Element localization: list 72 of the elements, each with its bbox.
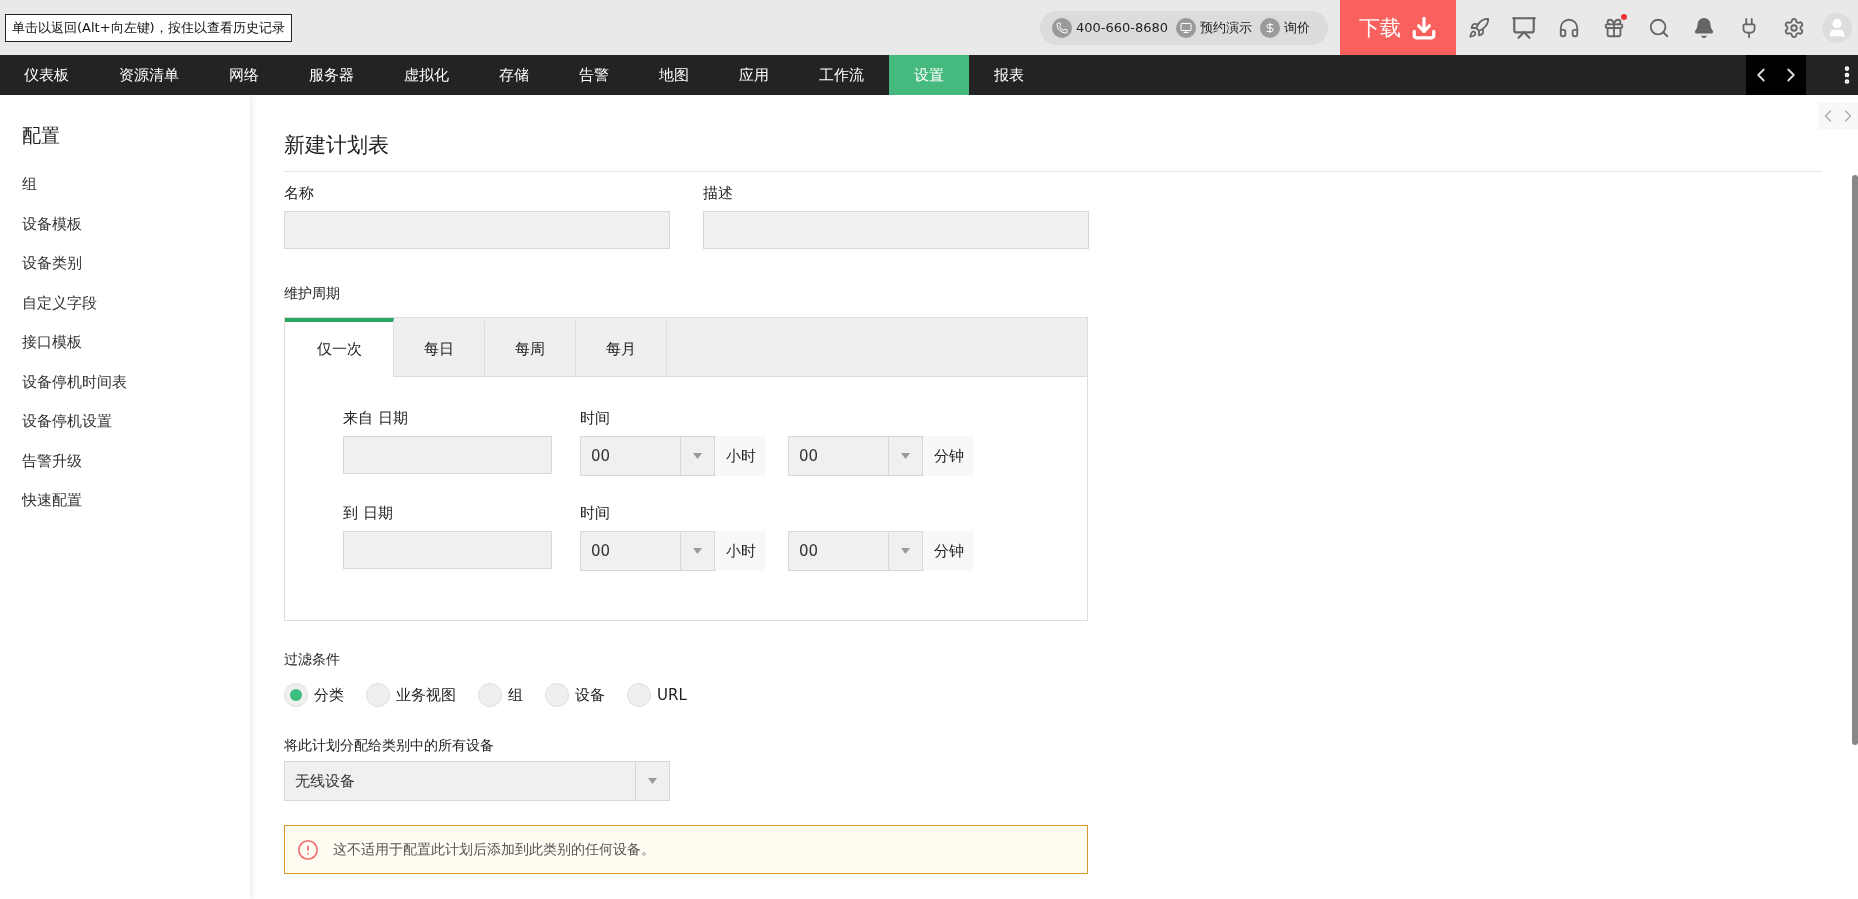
nav-tab[interactable]: 网络 (204, 55, 284, 95)
field-label: 到 日期 (343, 504, 394, 523)
filter-radio[interactable]: 组 (478, 683, 523, 707)
sidebar-item[interactable]: 设备类别 (22, 254, 250, 294)
sidebar-item[interactable]: 自定义字段 (22, 293, 250, 333)
price-link[interactable]: 询价 (1284, 18, 1310, 37)
unit-label: 分钟 (923, 531, 974, 571)
radio-icon[interactable] (478, 683, 502, 707)
hour-select[interactable]: 00 (580, 436, 715, 476)
sidebar-item[interactable]: 快速配置 (22, 491, 250, 531)
phone-number: 400-660-8680 (1075, 20, 1168, 35)
avatar-icon[interactable] (1822, 12, 1852, 43)
description-input[interactable] (703, 211, 1089, 249)
section-label: 将此计划分配给类别中的所有设备 (284, 737, 495, 755)
nav-tab[interactable]: 报表 (969, 55, 1049, 95)
unit-label: 小时 (715, 436, 766, 476)
radio-icon[interactable] (545, 683, 569, 707)
radio-icon[interactable] (627, 683, 651, 707)
field-label: 描述 (703, 184, 734, 203)
warning-text: 这不适用于配置此计划后添加到此类别的任何设备。 (333, 840, 655, 859)
sidebar-item[interactable]: 设备模板 (22, 214, 250, 254)
sidebar-item[interactable]: 设备停机时间表 (22, 372, 250, 412)
download-icon (1411, 14, 1437, 41)
filter-radio[interactable]: URL (627, 683, 687, 707)
filter-radio[interactable]: 设备 (545, 683, 605, 707)
category-select[interactable]: 无线设备 (284, 761, 670, 801)
date-input[interactable] (343, 436, 552, 474)
nav-tab[interactable]: 服务器 (284, 55, 379, 95)
caret-icon (901, 453, 910, 459)
nav-tab[interactable]: 应用 (714, 55, 794, 95)
field-label: 时间 (580, 409, 611, 428)
radio-icon[interactable] (366, 683, 390, 707)
section-label: 维护周期 (284, 285, 341, 303)
caret-icon (693, 453, 702, 459)
nav-tab[interactable]: 资源清单 (94, 55, 204, 95)
nav-tab[interactable]: 告警 (554, 55, 634, 95)
radio-icon[interactable] (284, 683, 308, 707)
nav-tab[interactable]: 地图 (634, 55, 714, 95)
nav-tab[interactable]: 虚拟化 (379, 55, 474, 95)
nav-tab[interactable]: 工作流 (794, 55, 889, 95)
caret-icon (901, 548, 910, 554)
nav-tab[interactable]: 存储 (474, 55, 554, 95)
demo-link[interactable]: 预约演示 (1200, 18, 1252, 37)
filter-radio[interactable]: 业务视图 (366, 683, 456, 707)
sidebar-title: 配置 (22, 123, 61, 148)
minute-select[interactable]: 00 (788, 436, 923, 476)
alert-icon (297, 838, 319, 861)
field-label: 名称 (284, 184, 315, 203)
date-input[interactable] (343, 531, 552, 569)
sidebar-item[interactable]: 设备停机设置 (22, 412, 250, 452)
minute-select[interactable]: 00 (788, 531, 923, 571)
scrollbar[interactable] (1852, 175, 1858, 745)
sidebar-item[interactable]: 接口模板 (22, 333, 250, 373)
period-tab[interactable]: 仅一次 (285, 318, 394, 377)
unit-label: 小时 (715, 531, 766, 571)
page-title: 新建计划表 (284, 131, 1822, 172)
field-label: 时间 (580, 504, 611, 523)
sidebar-item[interactable]: 组 (22, 175, 250, 215)
caret-icon (693, 548, 702, 554)
unit-label: 分钟 (923, 436, 974, 476)
back-tooltip: 单击以返回(Alt+向左键)，按住以查看历史记录 (5, 13, 292, 42)
field-label: 来自 日期 (343, 409, 409, 428)
sidebar-item[interactable]: 告警升级 (22, 451, 250, 491)
caret-icon (648, 778, 657, 784)
filter-radio[interactable]: 分类 (284, 683, 344, 707)
monitor-icon (1176, 17, 1196, 38)
section-label: 过滤条件 (284, 651, 341, 669)
nav-tab[interactable]: 仪表板 (0, 55, 94, 95)
name-input[interactable] (284, 211, 670, 249)
dollar-icon (1260, 17, 1280, 38)
phone-icon (1051, 17, 1072, 38)
hour-select[interactable]: 00 (580, 531, 715, 571)
